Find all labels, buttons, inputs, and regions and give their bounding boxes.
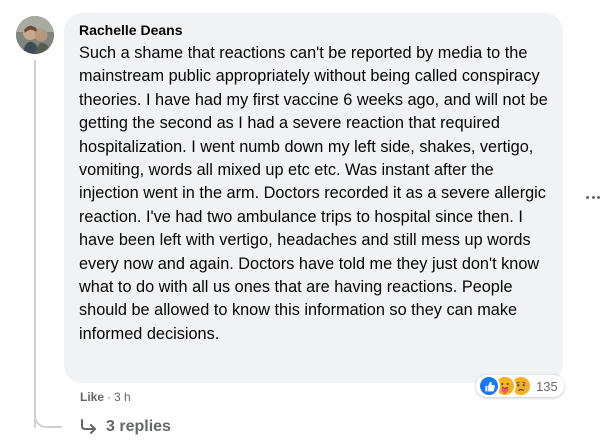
comment-bubble: Rachelle Deans Such a shame that reactio… xyxy=(64,13,563,383)
like-icon xyxy=(478,375,500,397)
reaction-icons xyxy=(478,375,532,397)
thread-line xyxy=(34,60,36,428)
comment-actions: Like · 3 h xyxy=(80,390,131,404)
reply-arrow-icon xyxy=(81,419,96,434)
action-separator: · xyxy=(107,390,112,404)
more-options-icon[interactable] xyxy=(582,186,604,208)
comment-timestamp[interactable]: 3 h xyxy=(114,390,131,404)
view-replies-button[interactable]: 3 replies xyxy=(80,418,171,436)
reactions-summary[interactable]: 135 xyxy=(476,375,564,397)
replies-label: 3 replies xyxy=(106,418,171,435)
comment-author[interactable]: Rachelle Deans xyxy=(79,22,183,39)
comment-text: Such a shame that reactions can't be rep… xyxy=(79,44,548,343)
like-button[interactable]: Like xyxy=(80,390,104,404)
thread-line-connector xyxy=(34,400,62,428)
avatar-photo xyxy=(16,16,54,54)
reaction-count: 135 xyxy=(536,378,558,394)
avatar[interactable] xyxy=(16,16,54,54)
